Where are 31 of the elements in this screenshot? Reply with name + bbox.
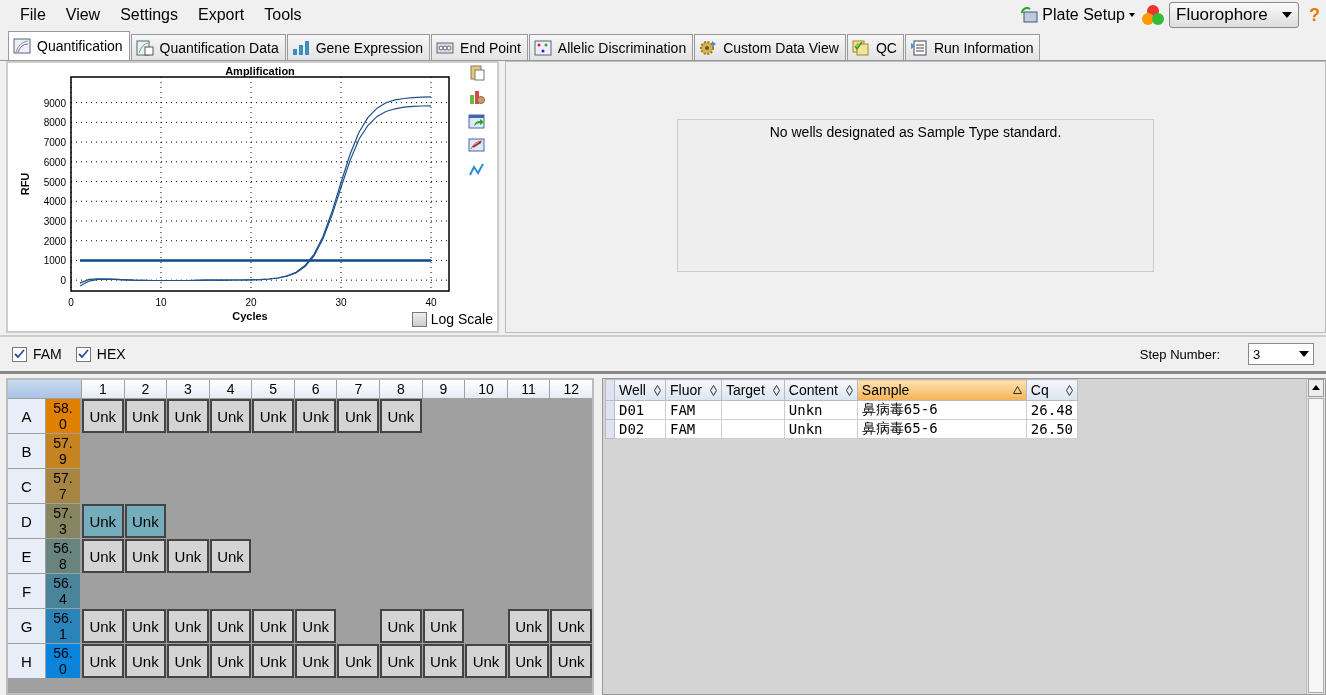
x-tick-label: 30 [335, 297, 347, 308]
x-tick-label: 20 [245, 297, 257, 308]
y-tick-label: 2000 [43, 235, 66, 247]
y-tick-label: 0 [60, 275, 66, 287]
empty-message: No wells designated as Sample Type standard. [769, 124, 1062, 142]
chart-title: Amplification [225, 65, 295, 77]
x-axis-label: Cycles [232, 310, 268, 322]
x-tick-label: 0 [68, 297, 74, 308]
temperature-cell: 56.1 [46, 609, 80, 643]
y-tick-label: 9000 [43, 97, 66, 109]
fluorophore-label: FAM [33, 346, 62, 362]
temperature-cell: 56.4 [46, 574, 80, 608]
x-tick-label: 40 [425, 297, 437, 308]
y-tick-label: 8000 [43, 117, 66, 129]
temperature-cell: 57.3 [46, 504, 80, 538]
temperature-cell: 57.9 [46, 434, 80, 468]
y-tick-label: 7000 [43, 137, 66, 149]
temperature-cell: 57.7 [46, 469, 80, 503]
y-tick-label: 1000 [43, 255, 66, 267]
y-tick-label: 3000 [43, 216, 66, 227]
temperature-cell: 56.0 [46, 644, 80, 678]
temperature-cell: 58.0 [46, 399, 80, 433]
y-tick-label: 5000 [43, 176, 66, 188]
log-scale-label: Log Scale [430, 311, 493, 327]
y-tick-label: 6000 [43, 156, 66, 168]
step-number-label: Step Number: [1139, 346, 1220, 362]
fluorophore-label: HEX [96, 346, 126, 362]
y-axis-label: RFU [19, 172, 31, 196]
y-tick-label: 4000 [43, 196, 66, 208]
x-tick-label: 10 [155, 297, 167, 308]
temperature-cell: 56.8 [46, 539, 80, 573]
